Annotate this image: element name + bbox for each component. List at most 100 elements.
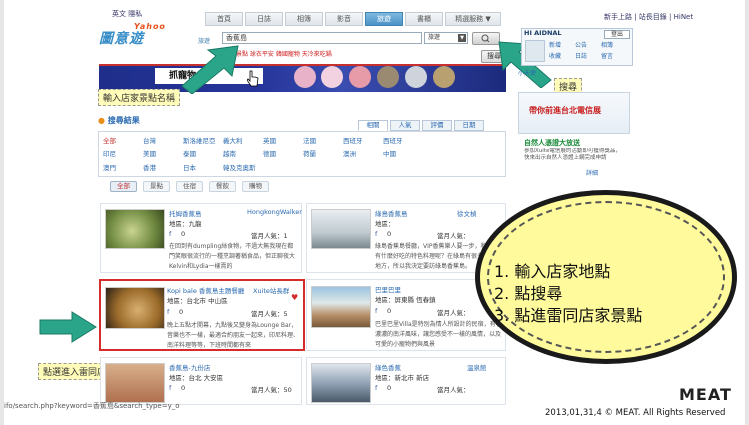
search-input[interactable]: 香蕉島 <box>222 32 422 44</box>
facebook-like-icon[interactable]: f <box>167 308 169 316</box>
facebook-like-icon[interactable]: f <box>169 384 171 392</box>
region-item[interactable]: 德國 <box>263 148 303 158</box>
region-item[interactable]: 斯洛維尼亞 <box>183 135 223 145</box>
facebook-like-icon[interactable]: f <box>375 384 377 392</box>
region-item[interactable]: 西班牙 <box>343 135 383 145</box>
type-food[interactable]: 餐飲 <box>209 181 236 192</box>
region-item[interactable]: 法國 <box>303 135 343 145</box>
region-item[interactable]: 澳門 <box>103 162 143 172</box>
promo-red: 帶你前進台北電信展 <box>529 106 601 115</box>
facebook-like-icon[interactable]: f <box>169 230 171 238</box>
copyright: 2013,01,31,4 © MEAT. All Rights Reserved <box>545 408 726 418</box>
result-author[interactable]: Xuite站長群 <box>253 285 289 295</box>
result-card[interactable]: 綠色香蕉 溫泉館 地區：新北市 新店 f 0 當月人氣： <box>306 357 506 405</box>
search-type-select[interactable]: 旅遊 ▼ <box>424 32 468 44</box>
result-photo[interactable] <box>311 286 371 328</box>
region-item[interactable]: 全部 <box>103 135 143 145</box>
status-url: ifo/search.php?keyword=香蕉島&search_type=y… <box>4 402 180 410</box>
like-count: 0 <box>387 230 392 238</box>
region-item[interactable]: 西班牙 <box>383 135 423 145</box>
region-item[interactable]: 越南 <box>223 148 263 158</box>
chevron-down-icon: ▼ <box>458 34 466 42</box>
region-item[interactable]: 韓及克奧斯 <box>223 162 283 172</box>
user-menu-item[interactable]: 相簿 <box>601 40 627 49</box>
sort-tabs: 相關 人氣 評價 日期 <box>358 120 486 131</box>
user-menu-item[interactable]: 新增 <box>549 40 575 49</box>
user-menu-item[interactable]: 留言 <box>601 51 627 60</box>
user-menu-item[interactable]: 公告 <box>575 40 601 49</box>
type-shopping[interactable]: 購物 <box>242 181 269 192</box>
result-photo[interactable] <box>105 287 165 329</box>
promo-text: 參加Xuite電信展的活動即可獲得獎品，快來出示自然人憑證上網完成申請 <box>524 148 621 161</box>
search-icon <box>481 34 490 43</box>
result-author[interactable]: 徐文楨 <box>457 208 477 218</box>
result-title[interactable]: 香蕉島-九份店 <box>169 362 210 372</box>
heart-icon[interactable]: ♥ <box>291 293 298 302</box>
logo-sub: Yahoo <box>134 22 166 31</box>
result-title[interactable]: 綠島香蕉島 <box>375 208 408 218</box>
hot-keywords[interactable]: 寵物景點 球衣平安 韓國寵物 天冷來吃鍋 <box>224 49 332 58</box>
result-card-highlighted[interactable]: Kopi bale 香蕉島主題餐廳 Xuite站長群 地區：台北市 中山區 ♥ … <box>99 279 305 351</box>
region-item[interactable]: 中國 <box>383 148 423 158</box>
facebook-like-icon[interactable]: f <box>375 230 377 238</box>
type-tabs: 全部 景點 住宿 餐飲 購物 <box>110 181 275 192</box>
promo-title[interactable]: 自然人憑證大放送 <box>524 138 580 148</box>
region-item[interactable]: 義大利 <box>223 135 263 145</box>
facebook-like-icon[interactable]: f <box>375 307 377 315</box>
user-menu-item[interactable]: 收藏 <box>549 51 575 60</box>
ad-banner[interactable]: 抓寵物 <box>99 64 506 92</box>
region-item[interactable]: 印尼 <box>103 148 143 158</box>
result-title[interactable]: Kopi bale 香蕉島主題餐廳 <box>167 285 244 295</box>
result-photo[interactable] <box>311 209 371 249</box>
result-author[interactable]: 溫泉館 <box>467 362 487 372</box>
region-item[interactable]: 日本 <box>183 162 223 172</box>
like-count: 0 <box>387 307 392 315</box>
sort-rating[interactable]: 評價 <box>422 120 452 131</box>
brand-logo: MEAT <box>679 385 732 404</box>
tab-album[interactable]: 相簿 <box>285 12 323 26</box>
promo-box[interactable]: 帶你前進台北電信展 <box>518 92 630 134</box>
right-links[interactable]: 新手上路 | 站長目錄 | HiNet <box>604 12 693 22</box>
arrow-right-icon <box>39 311 97 343</box>
region-item[interactable]: 英國 <box>263 135 303 145</box>
type-spot[interactable]: 景點 <box>143 181 170 192</box>
region-item[interactable]: 香港 <box>143 162 183 172</box>
result-photo[interactable] <box>311 363 371 403</box>
result-photo[interactable] <box>105 363 165 403</box>
sort-relevance[interactable]: 相關 <box>358 120 388 131</box>
site-logo[interactable]: 圖意遊 Yahoo <box>99 22 181 48</box>
result-card[interactable]: 托姆香蕉島 HongkongWalker 地區：九龍 f 0 當月人氣：1 在回… <box>100 203 302 273</box>
tab-video[interactable]: 影音 <box>325 12 363 26</box>
tab-travel[interactable]: 旅遊 <box>365 12 403 26</box>
result-author[interactable]: HongkongWalker <box>247 208 302 216</box>
top-links[interactable]: 英文 隱私 <box>112 9 142 19</box>
result-photo[interactable] <box>105 209 165 249</box>
result-title[interactable]: 綠色香蕉 <box>375 362 401 372</box>
avatar[interactable] <box>525 40 545 62</box>
user-menu-item[interactable]: 日誌 <box>575 51 601 60</box>
ad-label[interactable]: 小天使 <box>518 68 630 78</box>
region-item[interactable]: 荷蘭 <box>303 148 343 158</box>
result-card[interactable]: 香蕉島-九份店 地區：台北 大安區 f 0 當月人氣：50 <box>100 357 302 405</box>
region-item[interactable]: 泰國 <box>183 148 223 158</box>
result-title[interactable]: 托姆香蕉島 <box>169 208 202 218</box>
type-all[interactable]: 全部 <box>110 181 137 192</box>
promo-more-link[interactable]: 詳細 <box>586 168 598 177</box>
result-title[interactable]: 巴里巴里 <box>375 284 401 294</box>
pet-cartoon-icon <box>349 66 371 88</box>
tab-home[interactable]: 首頁 <box>205 12 243 26</box>
region-item[interactable]: 澳洲 <box>343 148 383 158</box>
tab-books[interactable]: 書櫃 <box>405 12 443 26</box>
search-icon-button[interactable] <box>472 32 500 45</box>
tab-blog[interactable]: 日誌 <box>245 12 283 26</box>
region-item[interactable]: 美國 <box>143 148 183 158</box>
sort-date[interactable]: 日期 <box>454 120 484 131</box>
sort-popularity[interactable]: 人氣 <box>390 120 420 131</box>
logout-button[interactable]: 登出 <box>604 30 630 39</box>
type-lodging[interactable]: 住宿 <box>176 181 203 192</box>
like-count: 0 <box>181 384 186 392</box>
region-item[interactable]: 台灣 <box>143 135 183 145</box>
like-count: 0 <box>387 384 392 392</box>
tab-services[interactable]: 精選服務 ▼ <box>445 12 501 26</box>
step-2: 2. 點搜尋 <box>494 284 563 303</box>
